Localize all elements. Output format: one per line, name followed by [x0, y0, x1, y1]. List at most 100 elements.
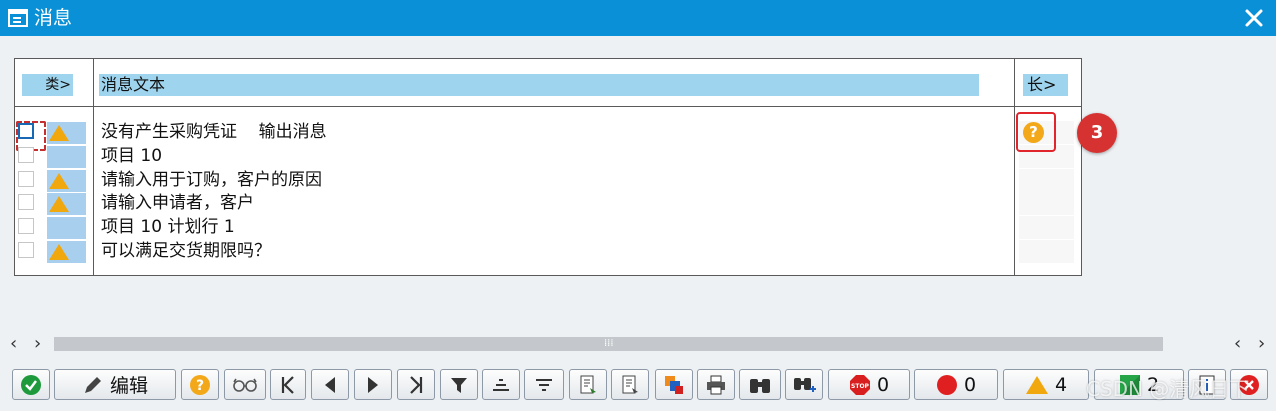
svg-text:?: ?: [196, 378, 204, 394]
message-type-cell: [47, 122, 86, 144]
message-type-cell: [47, 193, 86, 215]
title-bar: 消息: [0, 0, 1276, 36]
table-row[interactable]: 可以满足交货期限吗？: [15, 240, 1081, 263]
continue-button[interactable]: [12, 369, 50, 400]
table-row[interactable]: 请输入用于订购，客户的原因: [15, 169, 1081, 192]
table-row[interactable]: 没有产生采购凭证 输出消息: [15, 121, 1081, 151]
sort-ascending-icon: [493, 378, 509, 391]
warning-count: 4: [1054, 373, 1068, 396]
grip-icon: ⁞⁞⁞: [604, 338, 614, 349]
edit-button[interactable]: 编辑: [54, 369, 176, 400]
printer-icon: [707, 375, 725, 394]
long-text-cell: [1019, 169, 1074, 192]
warning-icon: [49, 244, 69, 260]
binoculars-icon: [750, 378, 770, 393]
stop-messages-button[interactable]: STOP 0: [828, 369, 910, 400]
first-page-icon: [281, 375, 294, 394]
find-next-button[interactable]: [785, 369, 823, 400]
stop-count: 0: [876, 373, 890, 396]
row-select-checkbox[interactable]: [16, 121, 46, 151]
info-page-icon: [1199, 375, 1215, 394]
cancel-icon: [1239, 374, 1259, 395]
row-select-checkbox[interactable]: [18, 218, 34, 234]
edit-button-label: 编辑: [109, 375, 148, 397]
row-select-checkbox[interactable]: [18, 242, 34, 258]
document-icon: [622, 375, 638, 393]
pencil-icon: [84, 376, 101, 393]
warning-icon: [49, 196, 69, 212]
column-header-long-text[interactable]: 长>: [1023, 74, 1068, 96]
scroll-left-icon[interactable]: ‹: [10, 334, 17, 354]
message-text: 没有产生采购凭证 输出消息: [101, 121, 913, 143]
previous-icon: [325, 376, 335, 393]
message-table: 类> 消息文本 长> 没有产生采购凭证 输出消息 项目 10 请输入用于订购，客…: [14, 58, 1082, 276]
warning-icon: [1025, 375, 1048, 394]
checkmark-icon: [21, 374, 41, 395]
glasses-icon: [233, 378, 257, 392]
next-icon: [368, 376, 378, 393]
info-messages-button[interactable]: 2: [1094, 369, 1184, 400]
question-icon: ?: [190, 374, 210, 395]
export-button[interactable]: [569, 369, 607, 400]
bottom-toolbar: 编辑 ? STOP 0 0 4 2: [0, 366, 1276, 404]
last-page-button[interactable]: [397, 369, 435, 400]
error-count: 0: [963, 373, 977, 396]
next-page-button[interactable]: [354, 369, 392, 400]
header-divider: [15, 106, 1081, 107]
sort-ascending-button[interactable]: [482, 369, 520, 400]
find-button[interactable]: [739, 369, 781, 400]
svg-text:STOP: STOP: [851, 383, 870, 390]
scrollbar-thumb[interactable]: ⁞⁞⁞: [54, 337, 1163, 351]
row-select-checkbox[interactable]: [18, 147, 34, 163]
change-layout-button[interactable]: [655, 369, 693, 400]
window-icon: [8, 9, 28, 27]
table-row[interactable]: 请输入申请者，客户: [15, 192, 1081, 215]
row-select-checkbox[interactable]: [18, 194, 34, 210]
column-header-message-text[interactable]: 消息文本: [99, 74, 979, 96]
long-text-cell: [1019, 192, 1074, 215]
message-text: 项目 10: [101, 145, 994, 167]
error-messages-button[interactable]: 0: [914, 369, 998, 400]
message-text: 项目 10 计划行 1: [101, 216, 969, 238]
message-type-cell: [47, 217, 86, 239]
cancel-button[interactable]: [1230, 369, 1268, 400]
first-page-button[interactable]: [270, 369, 306, 400]
message-text: 请输入申请者，客户: [101, 192, 931, 214]
previous-page-button[interactable]: [311, 369, 349, 400]
table-row[interactable]: 项目 10 计划行 1: [15, 216, 1081, 239]
scroll-right-icon[interactable]: ›: [34, 334, 41, 354]
help-button[interactable]: ?: [181, 369, 219, 400]
sort-descending-icon: [536, 378, 552, 391]
horizontal-scrollbar[interactable]: ‹ › ⁞⁞⁞ ‹ ›: [0, 334, 1276, 354]
info-count: 2: [1146, 373, 1160, 396]
last-page-icon: [410, 375, 423, 394]
detail-button[interactable]: [224, 369, 266, 400]
row-select-checkbox[interactable]: [18, 171, 34, 187]
filter-button[interactable]: [440, 369, 478, 400]
filter-icon: [451, 377, 467, 393]
local-file-button[interactable]: [611, 369, 649, 400]
table-row[interactable]: 项目 10: [15, 145, 1081, 168]
print-button[interactable]: [697, 369, 735, 400]
window-title: 消息: [34, 7, 73, 29]
message-type-cell: [47, 170, 86, 192]
technical-info-button[interactable]: [1188, 369, 1226, 400]
layout-icon: [665, 375, 683, 394]
message-text: 请输入用于订购，客户的原因: [101, 169, 901, 191]
long-text-cell: [1019, 240, 1074, 263]
warning-icon: [49, 173, 69, 189]
export-list-icon: [580, 375, 596, 393]
question-icon[interactable]: ?: [1023, 122, 1044, 143]
info-square-icon: [1119, 374, 1140, 395]
warning-messages-button[interactable]: 4: [1003, 369, 1089, 400]
sort-descending-button[interactable]: [524, 369, 564, 400]
long-text-cell: [1019, 216, 1074, 239]
scroll-right-icon[interactable]: ›: [1258, 334, 1265, 354]
close-icon[interactable]: [1242, 6, 1266, 30]
error-icon: [936, 374, 957, 395]
column-header-type[interactable]: 类>: [22, 74, 73, 96]
scroll-left-icon[interactable]: ‹: [1234, 334, 1241, 354]
warning-icon: [49, 125, 69, 141]
stop-sign-icon: STOP: [849, 374, 870, 395]
message-text: 可以满足交货期限吗？: [101, 240, 929, 262]
